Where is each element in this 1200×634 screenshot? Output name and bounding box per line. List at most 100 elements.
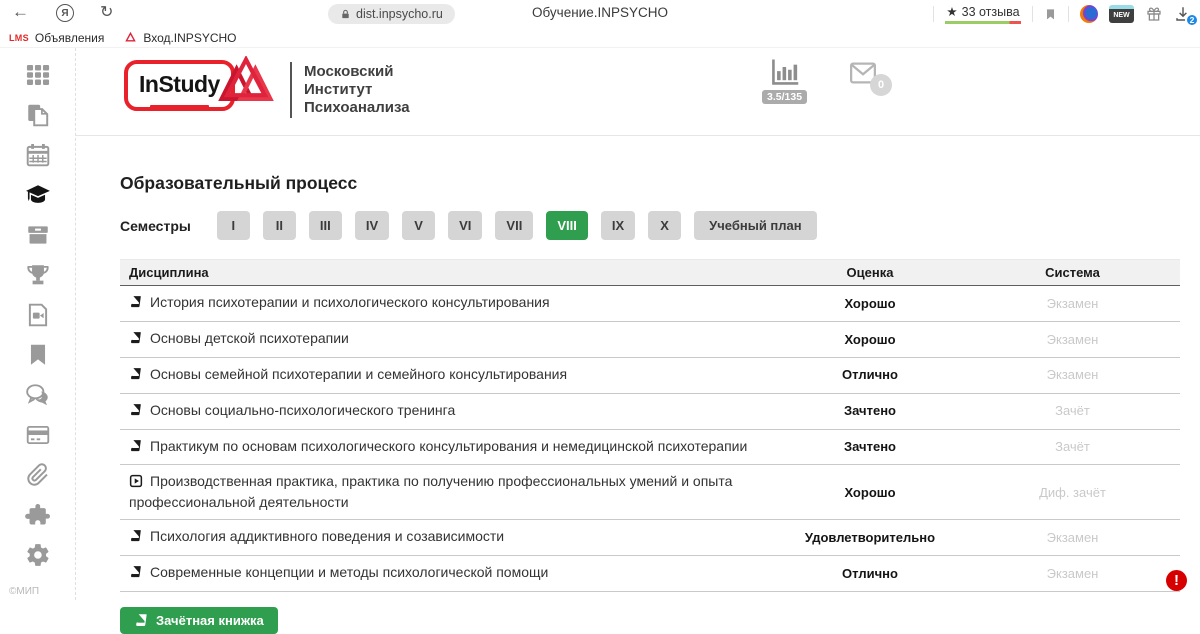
- column-header-system: Система: [965, 260, 1180, 286]
- mip-valknut-logo-icon: [216, 56, 276, 110]
- book-icon: [129, 295, 143, 314]
- main-content: Образовательный процесс Семестры IIIIIII…: [76, 136, 1200, 600]
- table-row[interactable]: Основы семейной психотерапии и семейного…: [120, 357, 1180, 393]
- table-row[interactable]: Производственная практика, практика по п…: [120, 465, 1180, 520]
- card-icon: [25, 422, 51, 448]
- extensions-gift-icon[interactable]: [1145, 5, 1163, 23]
- grade-value: Отлично: [775, 556, 965, 592]
- system-value: Экзамен: [965, 357, 1180, 393]
- star-icon: ★: [946, 4, 957, 19]
- progress-stats-button[interactable]: 3.5/135: [762, 56, 807, 104]
- sidebar-item-dashboard[interactable]: [0, 61, 76, 89]
- book-icon: [129, 331, 143, 350]
- semester-tab-III[interactable]: III: [309, 211, 342, 240]
- grade-value: Зачтено: [775, 393, 965, 429]
- trophy-icon: [25, 262, 51, 288]
- bookmark-item-login[interactable]: Вход.INPSYCHO: [124, 31, 236, 45]
- grade-value: Хорошо: [775, 321, 965, 357]
- sidebar-item-payments[interactable]: [0, 421, 76, 449]
- semester-tab-IV[interactable]: IV: [355, 211, 389, 240]
- table-row[interactable]: Основы детской психотерапии ХорошоЭкзамен: [120, 321, 1180, 357]
- semester-tab-IX[interactable]: IX: [601, 211, 635, 240]
- table-row[interactable]: История психотерапии и психологического …: [120, 286, 1180, 322]
- grade-value: Удовлетворительно: [775, 520, 965, 556]
- site-reviews-button[interactable]: ★ 33 отзыва: [945, 4, 1021, 24]
- system-value: Экзамен: [965, 321, 1180, 357]
- new-badge-icon[interactable]: NEW: [1109, 5, 1134, 23]
- grades-table: Дисциплина Оценка Система История психот…: [120, 259, 1180, 592]
- reviews-count: 33 отзыва: [962, 5, 1020, 19]
- discipline-name: Психология аддиктивного поведения и соза…: [150, 528, 504, 544]
- table-row[interactable]: Современные концепции и методы психологи…: [120, 556, 1180, 592]
- sidebar-item-achievements[interactable]: [0, 261, 76, 289]
- sidebar-item-archive[interactable]: [0, 221, 76, 249]
- lms-favicon: LMS: [9, 33, 29, 43]
- bar-chart-icon: [768, 56, 801, 89]
- chat-icon: [25, 382, 51, 408]
- system-value: Зачёт: [965, 393, 1180, 429]
- bookmarks-bar: LMS Объявления Вход.INPSYCHO: [0, 28, 1200, 48]
- alert-icon[interactable]: !: [1166, 570, 1187, 591]
- instudy-logo-text: InStudy: [139, 71, 220, 97]
- semester-tab-VI[interactable]: VI: [448, 211, 482, 240]
- sidebar-item-education[interactable]: [0, 181, 76, 209]
- sidebar-item-settings[interactable]: [0, 541, 76, 569]
- semester-tab-II[interactable]: II: [263, 211, 296, 240]
- copyright-label: ©МИП: [9, 586, 39, 597]
- sidebar-item-materials[interactable]: [0, 101, 76, 129]
- column-header-grade: Оценка: [775, 260, 965, 286]
- downloads-icon[interactable]: 2: [1174, 5, 1192, 23]
- page-title: Образовательный процесс: [120, 173, 1180, 194]
- system-value: Диф. зачёт: [965, 465, 1180, 520]
- toolbar-separator: [1068, 6, 1069, 22]
- book-icon: [129, 367, 143, 386]
- semester-tabs: Семестры IIIIIIIVVVIVIIVIIIIXXУчебный пл…: [120, 211, 1180, 240]
- sidebar-item-attachments[interactable]: [0, 461, 76, 489]
- bookmark-flag-icon[interactable]: [1044, 7, 1057, 22]
- puzzle-icon: [25, 502, 51, 528]
- bookmark-label: Вход.INPSYCHO: [143, 31, 236, 45]
- sidebar-item-video-lessons[interactable]: [0, 301, 76, 329]
- table-row[interactable]: Практикум по основам психологического ко…: [120, 429, 1180, 465]
- semester-tab-Учебный план[interactable]: Учебный план: [694, 211, 816, 240]
- discipline-name: Основы семейной психотерапии и семейного…: [150, 366, 567, 382]
- semester-tab-X[interactable]: X: [648, 211, 681, 240]
- mail-count-badge: 0: [870, 74, 892, 96]
- system-value: Экзамен: [965, 556, 1180, 592]
- semesters-label: Семестры: [120, 218, 191, 234]
- bookmark-label: Объявления: [35, 31, 104, 45]
- sidebar: ©МИП: [0, 48, 76, 600]
- sidebar-item-bookmarks[interactable]: [0, 341, 76, 369]
- book-icon: [129, 403, 143, 422]
- table-row[interactable]: Основы социально-психологического тренин…: [120, 393, 1180, 429]
- rating-bar: [945, 21, 1021, 24]
- table-row[interactable]: Психология аддиктивного поведения и соза…: [120, 520, 1180, 556]
- docs-icon: [25, 102, 51, 128]
- semester-tab-VII[interactable]: VII: [495, 211, 533, 240]
- browser-top-bar: ← Я ↻ dist.inpsycho.ru Обучение.INPSYCHO…: [0, 0, 1200, 28]
- book-icon: [129, 529, 143, 548]
- gradebook-button[interactable]: Зачётная книжка: [120, 607, 278, 634]
- book-icon: [134, 613, 149, 628]
- institute-name: Московский Институт Психоанализа: [304, 63, 410, 117]
- semester-tab-I[interactable]: I: [217, 211, 250, 240]
- discipline-name: Основы детской психотерапии: [150, 330, 349, 346]
- system-value: Экзамен: [965, 520, 1180, 556]
- mip-favicon-icon: [124, 32, 137, 44]
- mail-button[interactable]: 0: [844, 58, 882, 88]
- semester-tab-V[interactable]: V: [402, 211, 435, 240]
- sidebar-item-integrations[interactable]: [0, 501, 76, 529]
- system-value: Экзамен: [965, 286, 1180, 322]
- bookmark-icon: [25, 342, 51, 368]
- semester-tab-VIII[interactable]: VIII: [546, 211, 588, 240]
- header-divider: [290, 62, 292, 118]
- sidebar-item-messages[interactable]: [0, 381, 76, 409]
- discipline-name: История психотерапии и психологического …: [150, 294, 550, 310]
- discipline-name: Основы социально-психологического тренин…: [150, 402, 455, 418]
- grade-value: Отлично: [775, 357, 965, 393]
- browser-protect-icon[interactable]: [1080, 5, 1098, 23]
- system-value: Зачёт: [965, 429, 1180, 465]
- sidebar-item-schedule[interactable]: [0, 141, 76, 169]
- downloads-count-badge: 2: [1185, 13, 1199, 27]
- bookmark-item-announcements[interactable]: LMS Объявления: [9, 31, 104, 45]
